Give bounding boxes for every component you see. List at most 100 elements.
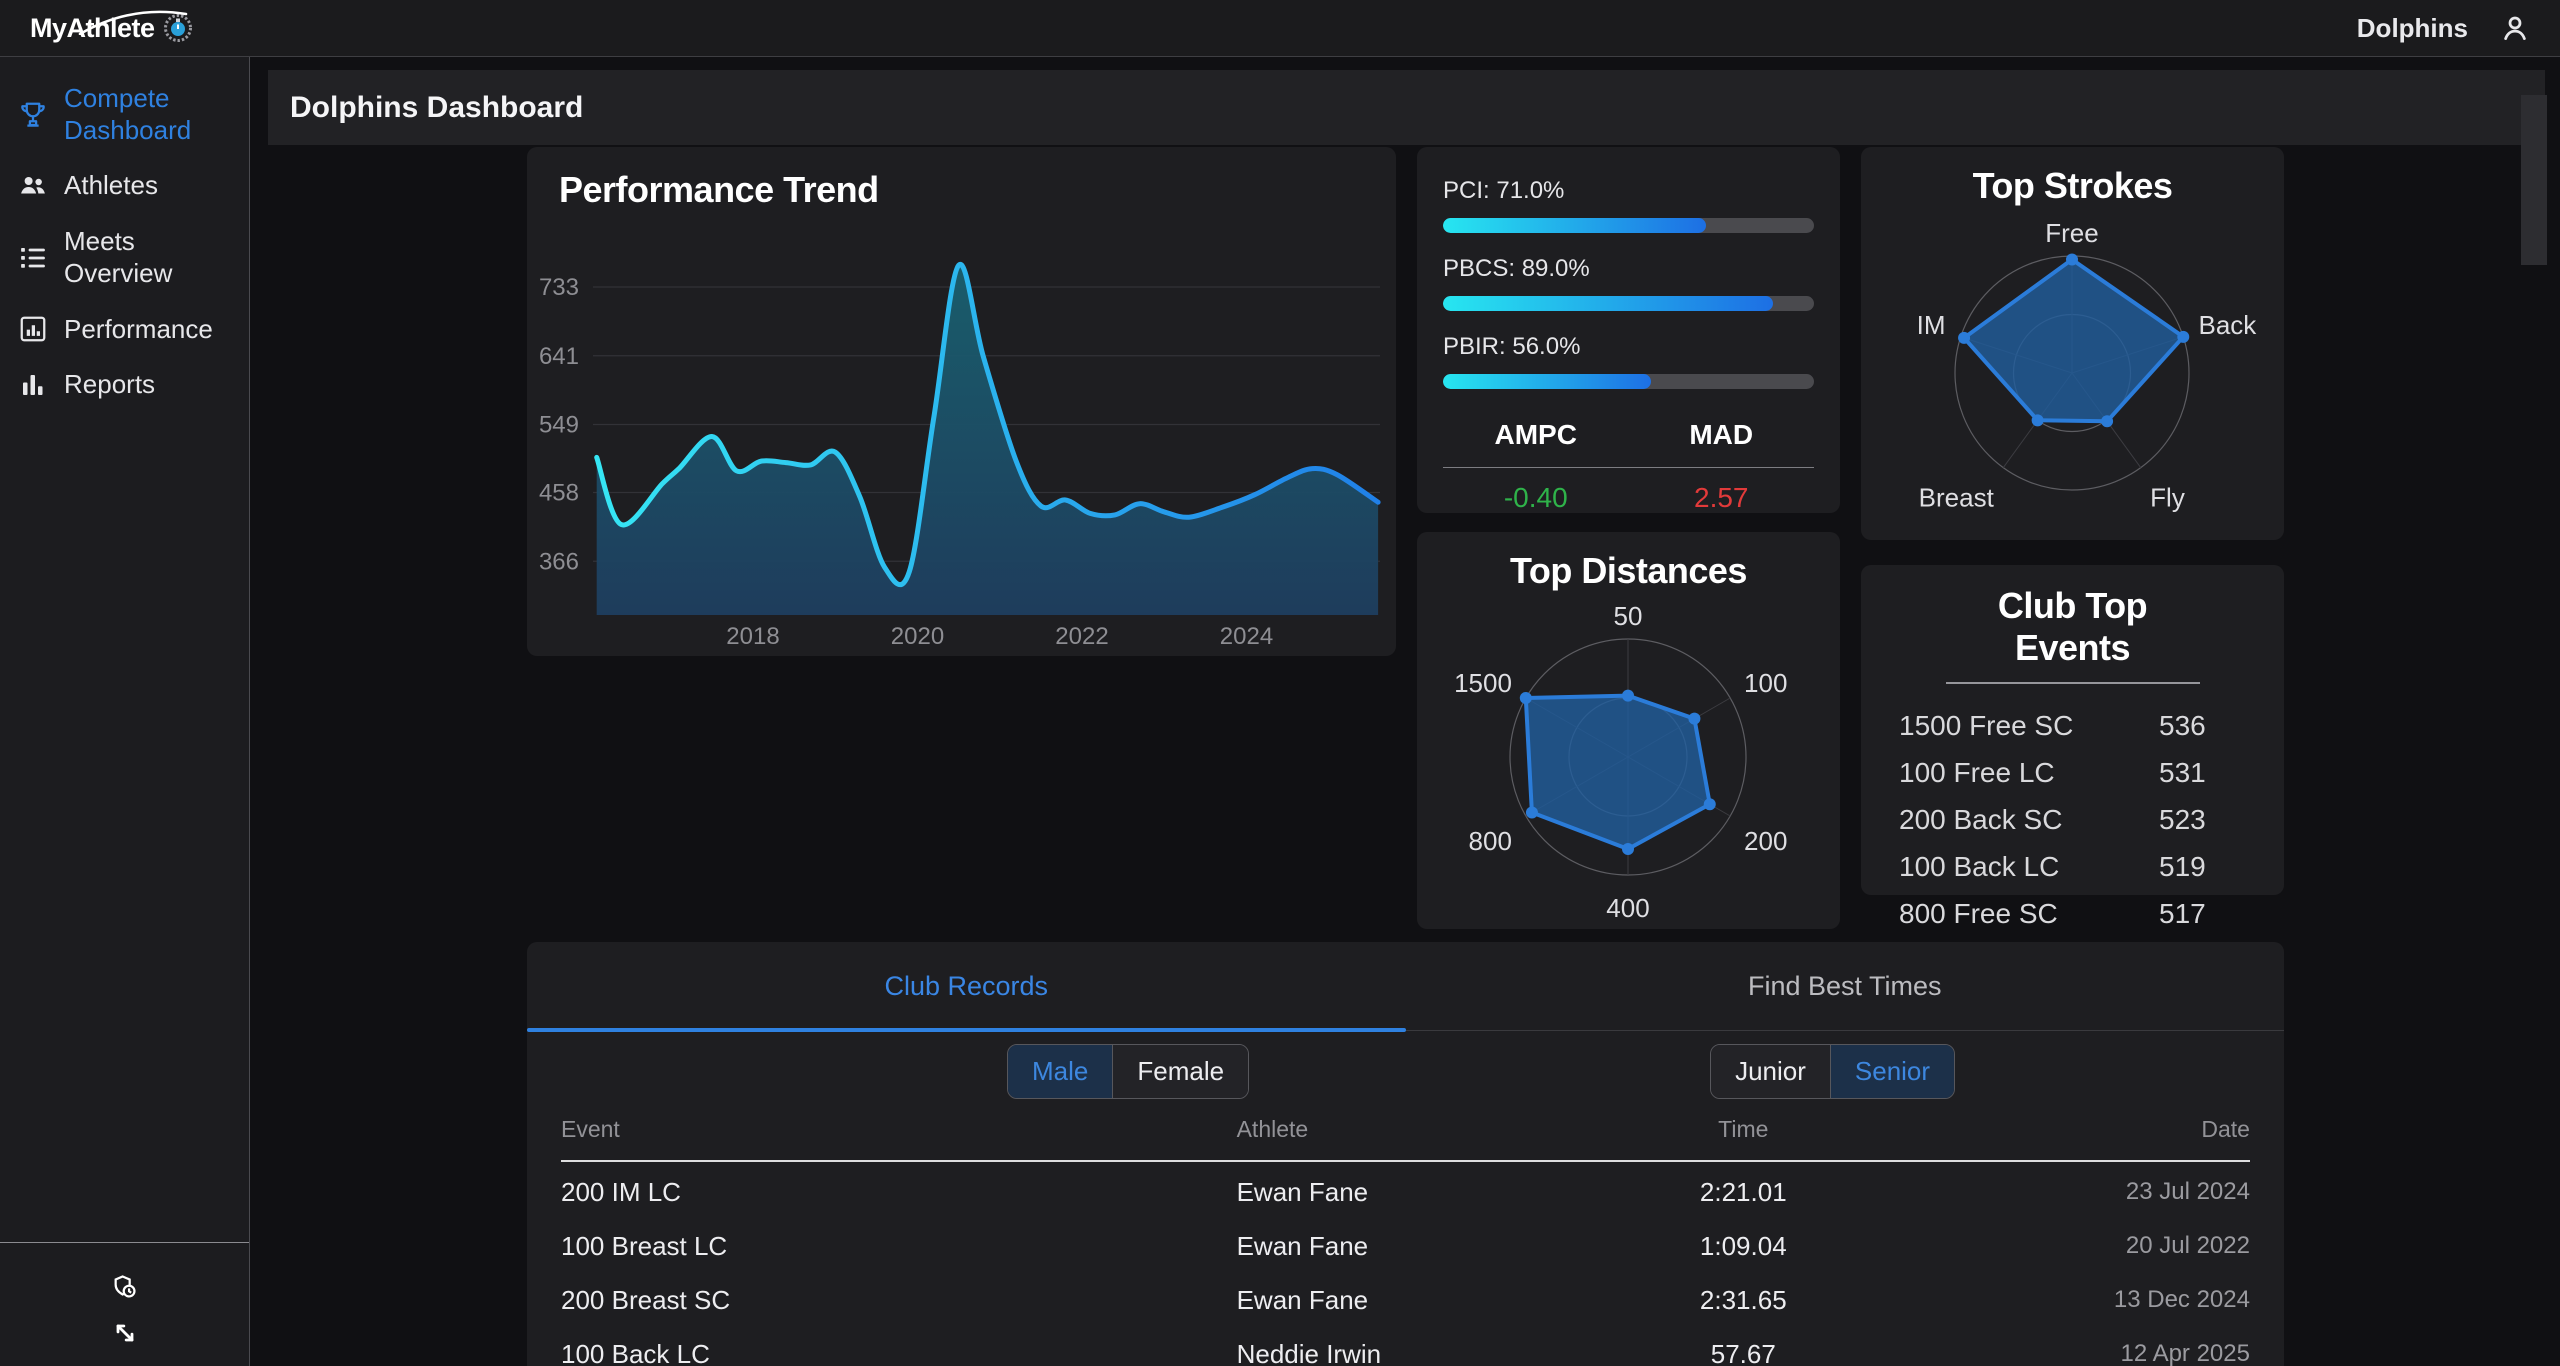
top-distances-radar-chart: 501002004008001500 xyxy=(1417,588,1840,929)
top-event-count: 517 xyxy=(2159,898,2244,930)
record-cell-date: 23 Jul 2024 xyxy=(1878,1178,2250,1206)
top-strokes-title: Top Strokes xyxy=(1861,165,2284,207)
page-title-bar: Dolphins Dashboard xyxy=(268,70,2545,145)
top-bar: MyAthlete Dolphins xyxy=(0,0,2560,57)
vertical-scrollbar-thumb[interactable] xyxy=(2521,95,2547,265)
radar-polygon xyxy=(1526,696,1710,849)
sidebar-nav: Compete Dashboard Athletes Meets Overview P… xyxy=(0,57,249,413)
team-name: Dolphins xyxy=(2357,13,2468,44)
record-row[interactable]: 100 Breast LCEwan Fane1:09.0420 Jul 2022 xyxy=(561,1219,2250,1273)
radar-point xyxy=(1622,843,1634,855)
records-card: Club RecordsFind Best Times MaleFemale J… xyxy=(527,942,2284,1366)
tab-find-best-times[interactable]: Find Best Times xyxy=(1406,942,2285,1030)
sidebar-item-compete-dashboard[interactable]: Compete Dashboard xyxy=(0,71,249,158)
metric-track xyxy=(1443,296,1814,311)
radar-axis-label: Fly xyxy=(2150,483,2185,513)
stat-name-ampc: AMPC xyxy=(1443,419,1629,451)
sidebar-item-athletes[interactable]: Athletes xyxy=(0,158,249,214)
top-event-row: 100 Back LC519 xyxy=(1861,843,2284,890)
toggle-option-male[interactable]: Male xyxy=(1008,1045,1112,1098)
top-event-count: 523 xyxy=(2159,804,2244,836)
top-event-count: 519 xyxy=(2159,851,2244,883)
stat-value-ampc: -0.40 xyxy=(1443,482,1629,514)
radar-point xyxy=(1526,806,1538,818)
people-icon xyxy=(18,171,48,201)
column-header-athlete: Athlete xyxy=(1237,1116,1609,1143)
records-table-body: 200 IM LCEwan Fane2:21.0123 Jul 2024100 … xyxy=(561,1165,2250,1366)
column-header-event: Event xyxy=(561,1116,1237,1143)
shield-history-icon[interactable] xyxy=(111,1273,139,1301)
radar-point xyxy=(2177,331,2189,343)
column-header-time: Time xyxy=(1608,1116,1878,1143)
record-cell-athlete: Ewan Fane xyxy=(1237,1231,1609,1262)
tab-club-records[interactable]: Club Records xyxy=(527,942,1406,1030)
gender-toggle: MaleFemale xyxy=(1007,1044,1249,1099)
logo-laurel-emblem-icon xyxy=(163,13,193,43)
radar-axis-label: 1500 xyxy=(1454,668,1512,698)
y-axis-tick: 641 xyxy=(539,343,579,370)
records-tabs: Club RecordsFind Best Times xyxy=(527,942,2284,1031)
column-header-date: Date xyxy=(1878,1116,2250,1143)
club-top-events-title: Club Top Events xyxy=(1946,585,2200,684)
top-strokes-radar-chart: FreeBackFlyBreastIM xyxy=(1861,207,2284,540)
record-row[interactable]: 200 IM LCEwan Fane2:21.0123 Jul 2024 xyxy=(561,1165,2250,1219)
record-row[interactable]: 200 Breast SCEwan Fane2:31.6513 Dec 2024 xyxy=(561,1273,2250,1327)
metric-meters: PCI: 71.0%PBCS: 89.0%PBIR: 56.0% xyxy=(1443,177,1814,389)
sidebar: Compete Dashboard Athletes Meets Overview P… xyxy=(0,57,250,1366)
top-event-row: 100 Free LC531 xyxy=(1861,749,2284,796)
sidebar-item-label: Athletes xyxy=(64,170,158,202)
top-strokes-card: Top Strokes FreeBackFlyBreastIM xyxy=(1861,147,2284,540)
radar-axis-label: Back xyxy=(2198,310,2257,340)
record-cell-event: 200 Breast SC xyxy=(561,1285,1237,1316)
app-logo: MyAthlete xyxy=(30,13,193,44)
user-profile-icon[interactable] xyxy=(2500,13,2530,43)
metric-label: PBIR: 56.0% xyxy=(1443,333,1814,361)
performance-trend-card: 7336415494583662018202020222024 Performa… xyxy=(527,147,1396,656)
page-title: Dolphins Dashboard xyxy=(290,91,583,125)
record-cell-date: 13 Dec 2024 xyxy=(1878,1286,2250,1314)
radar-axis-label: 800 xyxy=(1469,826,1512,856)
expand-icon[interactable] xyxy=(111,1319,139,1347)
metric-fill xyxy=(1443,296,1773,311)
radar-point xyxy=(1622,690,1634,702)
radar-point xyxy=(1520,692,1532,704)
trophy-icon xyxy=(18,100,48,130)
top-event-name: 100 Back LC xyxy=(1899,851,2159,883)
record-cell-time: 1:09.04 xyxy=(1608,1231,1878,1262)
records-table-header: EventAthleteTimeDate xyxy=(561,1116,2250,1162)
sidebar-item-label: Performance xyxy=(64,314,213,346)
metric-track xyxy=(1443,374,1814,389)
metric-fill xyxy=(1443,374,1651,389)
top-event-name: 1500 Free SC xyxy=(1899,710,2159,742)
toggle-option-female[interactable]: Female xyxy=(1112,1045,1248,1098)
toggle-option-senior[interactable]: Senior xyxy=(1830,1045,1954,1098)
sidebar-item-meets-overview[interactable]: Meets Overview xyxy=(0,214,249,301)
sidebar-item-label: Meets Overview xyxy=(64,226,239,289)
sidebar-item-label: Reports xyxy=(64,369,155,401)
stat-value-mad: 2.57 xyxy=(1629,482,1815,514)
sidebar-item-performance[interactable]: Performance xyxy=(0,302,249,358)
club-top-events-card: Club Top Events 1500 Free SC536100 Free … xyxy=(1861,565,2284,895)
top-distances-title: Top Distances xyxy=(1417,550,1840,592)
toggle-option-junior[interactable]: Junior xyxy=(1711,1045,1830,1098)
top-event-count: 531 xyxy=(2159,757,2244,789)
sidebar-footer xyxy=(0,1242,249,1347)
radar-axis-label: 200 xyxy=(1744,826,1787,856)
radar-point xyxy=(1688,713,1700,725)
app-root: MyAthlete Dolphins Compete Dashboard Athl… xyxy=(0,0,2560,1366)
record-row[interactable]: 100 Back LCNeddie Irwin57.6712 Apr 2025 xyxy=(561,1327,2250,1366)
radar-point xyxy=(2066,254,2078,266)
sidebar-item-reports[interactable]: Reports xyxy=(0,357,249,413)
y-axis-tick: 549 xyxy=(539,412,579,439)
y-axis-tick: 366 xyxy=(539,548,579,575)
main-content: Dolphins Dashboard 733641549458366201820… xyxy=(250,57,2560,1366)
y-axis-tick: 733 xyxy=(539,274,579,301)
record-cell-time: 2:31.65 xyxy=(1608,1285,1878,1316)
numbered-list-icon xyxy=(18,243,48,273)
record-cell-athlete: Ewan Fane xyxy=(1237,1285,1609,1316)
metric-stats: AMPCMAD -0.402.57 xyxy=(1443,419,1814,514)
y-axis-tick: 458 xyxy=(539,480,579,507)
club-top-events-list: 1500 Free SC536100 Free LC531200 Back SC… xyxy=(1861,702,2284,937)
top-event-name: 200 Back SC xyxy=(1899,804,2159,836)
radar-axis-label: Free xyxy=(2045,218,2098,248)
